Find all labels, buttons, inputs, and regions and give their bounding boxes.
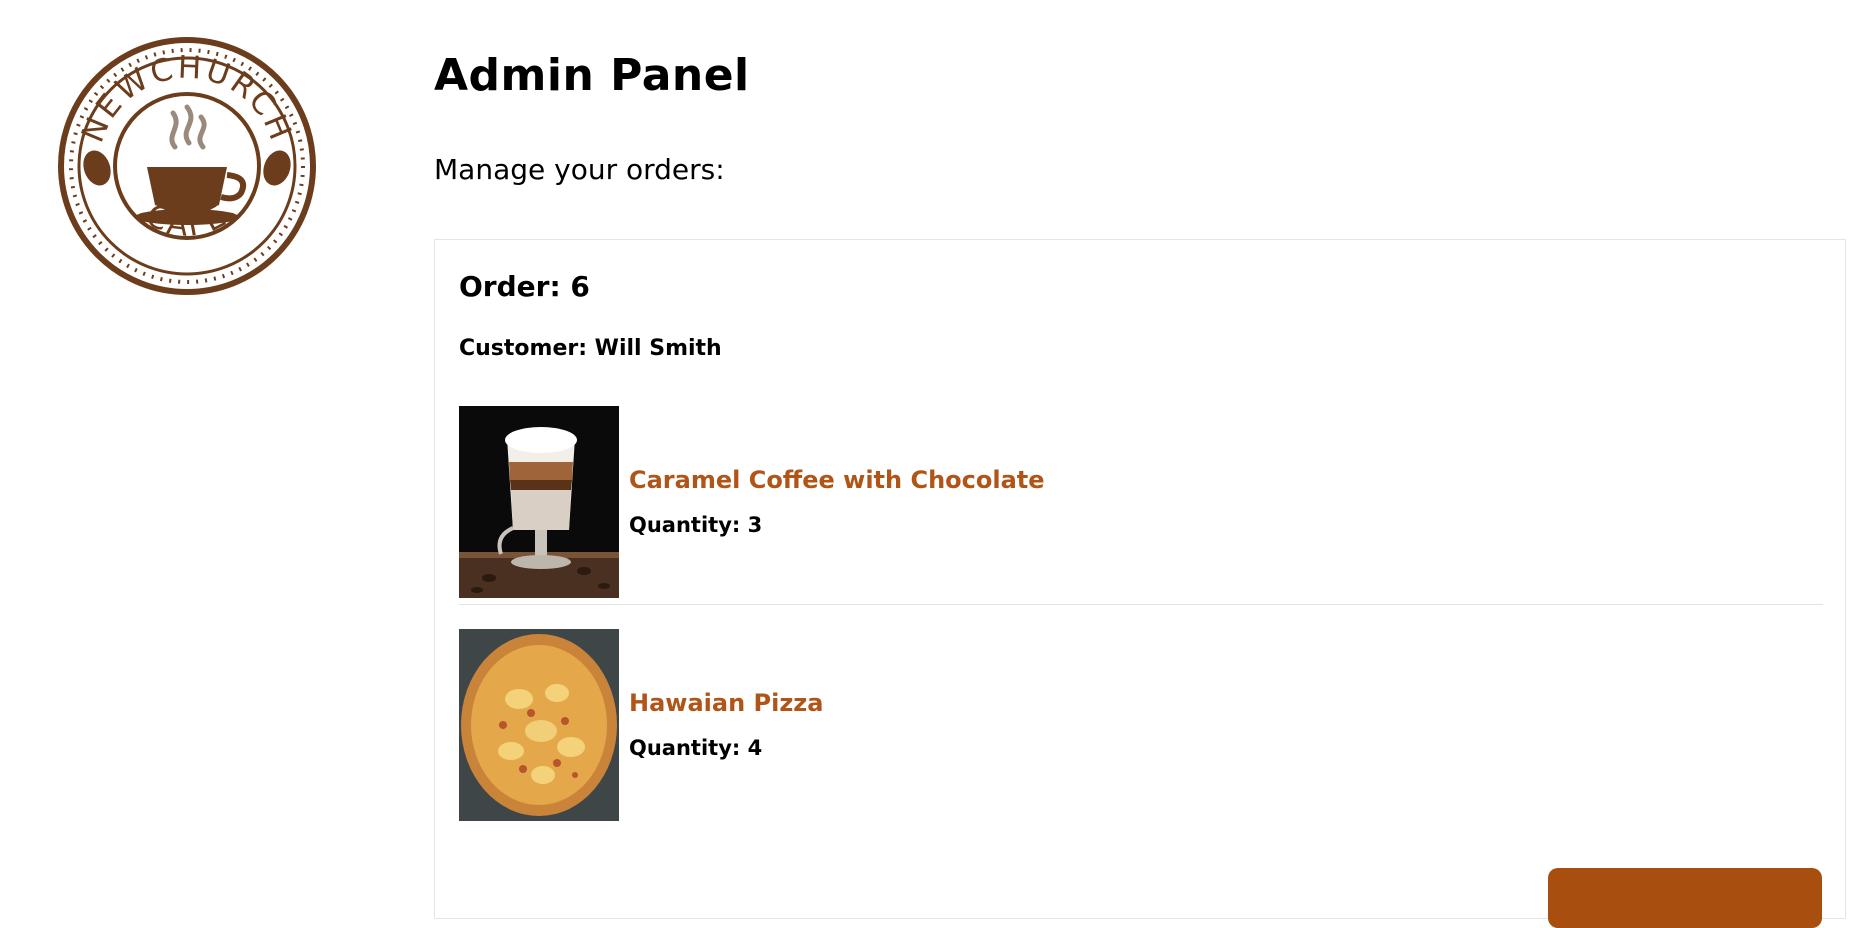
hawaian-pizza-photo: [459, 629, 619, 821]
order-card: Order: 6 Customer: Will Smith Caramel Co…: [434, 239, 1846, 928]
page-title: Admin Panel: [434, 50, 750, 101]
order-item: Hawaian Pizza Quantity: 4: [459, 629, 1823, 827]
cafe-logo-icon: NEWCHURCH CAFE: [58, 37, 316, 295]
caramel-coffee-photo: [459, 406, 619, 598]
item-quantity: Quantity: 3: [629, 513, 763, 537]
order-action-button[interactable]: [1548, 868, 1822, 928]
admin-main: Admin Panel Manage your orders: Order: 6…: [434, 0, 1855, 928]
item-name: Hawaian Pizza: [629, 689, 824, 717]
coffee-glass-icon: [459, 406, 619, 598]
page-subtitle: Manage your orders:: [434, 153, 725, 186]
order-item: Caramel Coffee with Chocolate Quantity: …: [459, 406, 1823, 605]
cafe-logo: NEWCHURCH CAFE: [57, 37, 317, 295]
pizza-icon: [459, 629, 619, 821]
order-title: Order: 6: [459, 270, 590, 303]
customer-name: Customer: Will Smith: [459, 336, 722, 361]
item-quantity: Quantity: 4: [629, 736, 763, 760]
item-name: Caramel Coffee with Chocolate: [629, 466, 1045, 494]
